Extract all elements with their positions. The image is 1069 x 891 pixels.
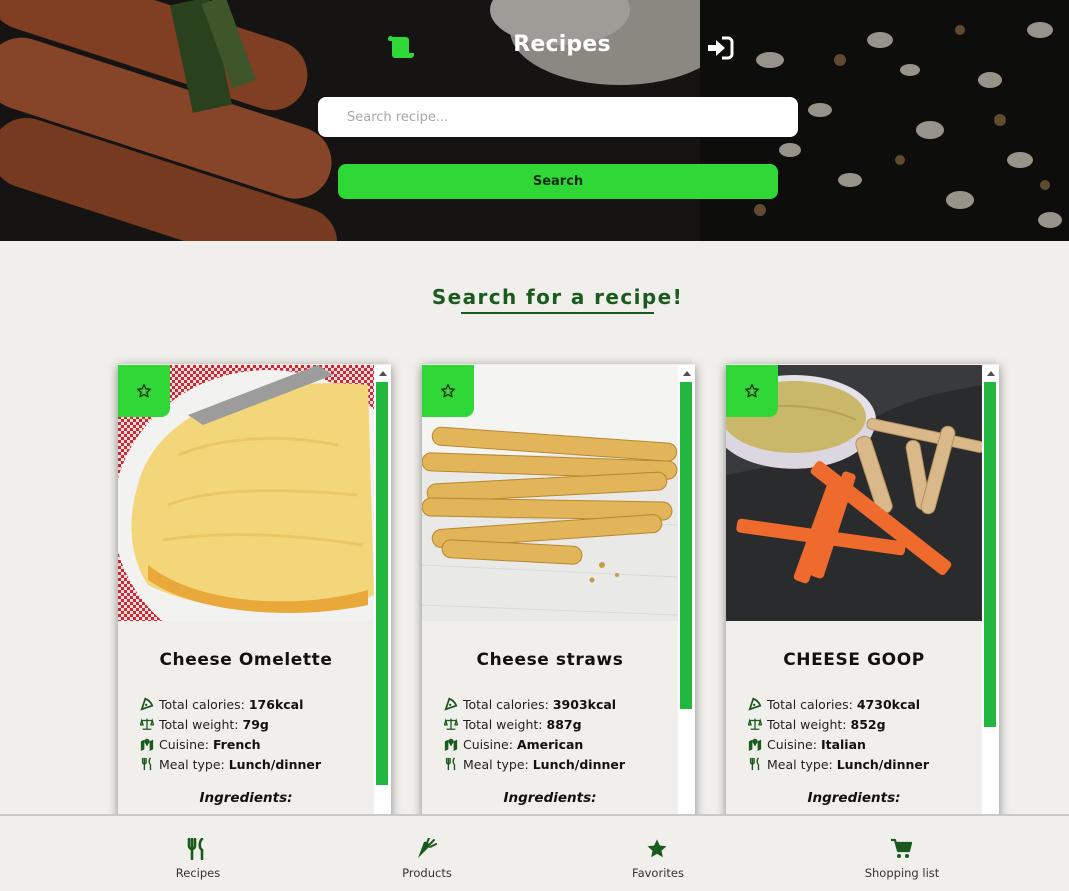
scroll-up-arrow-icon[interactable] [379,371,387,376]
ingredients-heading: Ingredients: [807,790,901,806]
meal-type-value: Lunch/dinner [836,756,930,772]
scroll-up-arrow-icon[interactable] [683,371,691,376]
calories-value: 176kcal [248,696,304,712]
recipe-info: Total calories: 176kcal Total weight: 79… [140,694,374,774]
nav-label: Products [402,866,452,880]
scroll-thumb[interactable] [680,382,692,709]
calories-value: 3903kcal [552,696,617,712]
recipe-title: Cheese Omelette [159,650,333,670]
bottom-navigation: Recipes Products Favorites Shopping list [0,814,1069,891]
scroll-up-arrow-icon[interactable] [987,371,995,376]
scroll-thumb[interactable] [376,382,388,785]
app-title: Recipes [513,32,611,57]
calories-row: Total calories: 3903kcal [444,694,678,714]
utensils-icon [187,838,204,860]
calories-label: Total calories: [463,696,549,712]
cuisine-label: Cuisine: [159,736,209,752]
top-navigation: Recipes [0,28,1069,68]
meal-type-row: Meal type: Lunch/dinner [748,754,982,774]
weight-label: Total weight: [463,716,543,732]
ingredients-heading: Ingredients: [503,790,597,806]
utensils-icon [445,757,456,771]
cuisine-value: French [212,736,261,752]
meal-type-label: Meal type: [463,756,529,772]
meal-type-value: Lunch/dinner [532,756,626,772]
nav-item-recipes[interactable]: Recipes [118,816,278,891]
weight-value: 852g [850,716,886,732]
carrot-icon [418,838,437,858]
weight-value: 887g [546,716,582,732]
calories-value: 4730kcal [856,696,921,712]
cuisine-value: Italian [820,736,866,752]
recipe-info: Total calories: 4730kcal Total weight: 8… [748,694,982,774]
recipe-title: CHEESE GOOP [783,650,925,670]
map-marked-icon [748,738,762,751]
card-scrollbar[interactable] [678,365,695,834]
card-scrollbar[interactable] [982,365,999,834]
cuisine-row: Cuisine: Italian [748,734,982,754]
balance-scale-icon [748,718,762,730]
cuisine-row: Cuisine: American [444,734,678,754]
meal-type-row: Meal type: Lunch/dinner [140,754,374,774]
meal-type-label: Meal type: [159,756,225,772]
ingredients-heading: Ingredients: [199,790,293,806]
search-input[interactable] [318,97,798,137]
cuisine-value: American [516,736,584,752]
calories-label: Total calories: [159,696,245,712]
weight-label: Total weight: [159,716,239,732]
star-outline-icon [441,384,455,398]
hero-banner: Recipes Search [0,0,1069,241]
meal-type-label: Meal type: [767,756,833,772]
weight-row: Total weight: 852g [748,714,982,734]
cuisine-row: Cuisine: French [140,734,374,754]
cuisine-label: Cuisine: [767,736,817,752]
favorite-button[interactable] [726,365,778,417]
nav-label: Favorites [632,866,684,880]
recipe-info: Total calories: 3903kcal Total weight: 8… [444,694,678,774]
nav-item-products[interactable]: Products [347,816,507,891]
star-outline-icon [745,384,759,398]
card-scrollbar[interactable] [374,365,391,834]
utensils-icon [141,757,152,771]
weight-row: Total weight: 887g [444,714,678,734]
meal-type-value: Lunch/dinner [228,756,322,772]
scroll-icon[interactable] [385,34,417,60]
favorite-button[interactable] [118,365,170,417]
nav-label: Shopping list [864,866,940,880]
shopping-cart-icon [891,838,912,858]
balance-scale-icon [140,718,154,730]
map-marked-icon [444,738,458,751]
balance-scale-icon [444,718,458,730]
recipe-title: Cheese straws [476,650,624,670]
star-outline-icon [137,384,151,398]
weight-row: Total weight: 79g [140,714,374,734]
map-marked-icon [140,738,154,751]
favorite-button[interactable] [422,365,474,417]
sign-in-icon[interactable] [706,36,734,60]
recipe-card[interactable]: Cheese straws Total calories: 3903kcal T… [422,364,695,834]
weight-value: 79g [242,716,269,732]
heading-underline [461,312,654,314]
recipe-card[interactable]: CHEESE GOOP Total calories: 4730kcal Tot… [726,364,999,834]
nav-item-shopping-list[interactable]: Shopping list [822,816,982,891]
calories-row: Total calories: 4730kcal [748,694,982,714]
search-button[interactable]: Search [338,164,778,199]
star-icon [647,839,667,858]
pizza-slice-icon [748,697,762,711]
nav-item-favorites[interactable]: Favorites [578,816,738,891]
calories-row: Total calories: 176kcal [140,694,374,714]
weight-label: Total weight: [767,716,847,732]
pizza-slice-icon [140,697,154,711]
scroll-thumb[interactable] [984,382,996,727]
meal-type-row: Meal type: Lunch/dinner [444,754,678,774]
utensils-icon [749,757,760,771]
cuisine-label: Cuisine: [463,736,513,752]
recipe-card[interactable]: Cheese Omelette Total calories: 176kcal … [118,364,391,834]
nav-label: Recipes [175,866,221,880]
section-heading: Search for a recipe! [431,285,684,309]
pizza-slice-icon [444,697,458,711]
calories-label: Total calories: [767,696,853,712]
